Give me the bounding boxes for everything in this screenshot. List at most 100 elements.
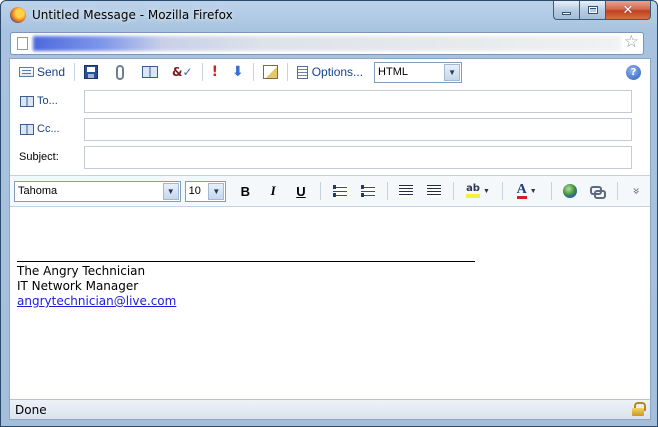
subject-label: Subject:: [19, 151, 59, 163]
bullets-button[interactable]: [329, 180, 351, 202]
window-title: Untitled Message - Mozilla Firefox: [32, 8, 233, 22]
cc-button[interactable]: Cc...: [20, 123, 60, 135]
caret-down-icon: ▼: [482, 187, 490, 195]
unlink-icon: [590, 184, 607, 199]
font-name-value: Tahoma: [18, 185, 58, 197]
address-book-icon: [20, 123, 34, 135]
signature-name: The Angry Technician: [17, 264, 146, 278]
toolbar-separator: [319, 182, 321, 200]
font-color-icon: A: [516, 182, 527, 199]
address-book-icon: [142, 66, 159, 78]
address-bar[interactable]: ☆: [10, 32, 644, 55]
italic-button[interactable]: I: [262, 180, 284, 202]
help-icon[interactable]: ?: [626, 65, 641, 80]
high-importance-button[interactable]: !: [209, 62, 221, 82]
increase-indent-button[interactable]: [423, 180, 445, 202]
exclamation-icon: !: [211, 64, 218, 80]
browser-window: Untitled Message - Mozilla Firefox ✕ ☆ S…: [0, 0, 658, 427]
minimize-icon: [562, 11, 571, 15]
to-label: To...: [37, 95, 58, 107]
edit-signature-icon: [262, 65, 278, 79]
page-icon: [17, 37, 28, 50]
envelope-icon: [19, 67, 34, 77]
minimize-button[interactable]: [553, 1, 580, 20]
options-button[interactable]: Options...: [294, 62, 366, 82]
font-size-value: 10: [188, 185, 201, 197]
close-icon: ✕: [622, 2, 634, 18]
double-chevron-down-icon: »: [630, 187, 645, 195]
toolbar-separator: [74, 63, 76, 81]
low-importance-button[interactable]: ⬇: [229, 62, 247, 82]
toolbar-separator: [286, 63, 288, 81]
down-arrow-icon: ⬇: [231, 64, 244, 80]
address-text-blurred: [33, 36, 621, 51]
caret-down-icon: ▼: [529, 187, 537, 195]
signature-block: The Angry Technician IT Network Manager …: [17, 264, 176, 309]
address-book-icon: [20, 95, 34, 107]
signature-button[interactable]: [260, 62, 281, 82]
font-size-select[interactable]: 10 ▼: [184, 180, 227, 202]
decrease-indent-icon: [399, 185, 414, 197]
paperclip-icon: [116, 64, 125, 80]
to-row: To...: [10, 90, 650, 113]
formatting-toolbar: Tahoma ▼ 10 ▼ B I U ab ▼ A ▼ »: [10, 175, 650, 207]
chevron-down-icon: ▼: [444, 63, 461, 81]
insert-link-button[interactable]: [560, 180, 582, 202]
status-bar: Done: [10, 399, 650, 419]
numbering-button[interactable]: [357, 180, 379, 202]
bold-button[interactable]: B: [234, 180, 256, 202]
underline-button[interactable]: U: [290, 180, 312, 202]
signature-divider: [17, 261, 475, 262]
subject-input[interactable]: [84, 146, 632, 169]
title-bar[interactable]: Untitled Message - Mozilla Firefox ✕: [1, 1, 657, 31]
signature-role: IT Network Manager: [17, 279, 139, 293]
toolbar-separator: [550, 182, 552, 200]
address-book-button[interactable]: [139, 62, 161, 82]
format-select[interactable]: HTML ▼: [374, 61, 463, 83]
save-icon: [84, 65, 99, 79]
remove-link-button[interactable]: [587, 180, 609, 202]
attach-button[interactable]: [113, 62, 127, 82]
cc-input[interactable]: [84, 118, 632, 141]
toolbar-separator: [201, 63, 203, 81]
save-draft-button[interactable]: [81, 62, 101, 82]
options-icon: [296, 65, 308, 79]
send-button[interactable]: Send: [16, 62, 68, 82]
cc-row: Cc...: [10, 118, 650, 141]
chevron-down-icon: ▼: [162, 182, 179, 200]
signature-email-link[interactable]: angrytechnician@live.com: [17, 294, 176, 308]
numbered-list-icon: [360, 185, 375, 197]
format-select-value: HTML: [378, 66, 408, 78]
font-name-select[interactable]: Tahoma ▼: [14, 180, 181, 202]
compose-toolbar: Send &✓ ! ⬇ Options... HTML ▼ ?: [10, 59, 650, 85]
toolbar-separator: [617, 182, 619, 200]
bulleted-list-icon: [332, 185, 347, 197]
close-button[interactable]: ✕: [606, 1, 651, 20]
bookmark-star-icon[interactable]: ☆: [624, 34, 639, 51]
decrease-indent-button[interactable]: [395, 180, 417, 202]
maximize-button[interactable]: [580, 1, 606, 20]
compose-panel: Send &✓ ! ⬇ Options... HTML ▼ ? To... Cc…: [9, 58, 651, 420]
lock-icon[interactable]: [632, 402, 646, 416]
firefox-icon: [10, 7, 26, 23]
status-text: Done: [15, 403, 47, 417]
toolbar-separator: [501, 182, 503, 200]
message-body-editor[interactable]: The Angry Technician IT Network Manager …: [10, 208, 650, 399]
caption-buttons: ✕: [553, 1, 651, 21]
globe-link-icon: [563, 184, 578, 198]
highlight-icon: ab: [466, 184, 480, 198]
toolbar-separator: [453, 182, 455, 200]
chevron-down-icon: ▼: [208, 182, 225, 200]
check-names-icon: &✓: [172, 65, 193, 79]
to-button[interactable]: To...: [20, 95, 58, 107]
subject-row: Subject:: [10, 146, 650, 169]
increase-indent-icon: [427, 185, 442, 197]
more-options-button[interactable]: »: [626, 180, 648, 202]
check-names-button[interactable]: &✓: [169, 62, 196, 82]
options-label: Options...: [311, 65, 364, 79]
font-color-button[interactable]: A ▼: [511, 180, 543, 202]
cc-label: Cc...: [37, 123, 60, 135]
to-input[interactable]: [84, 90, 632, 113]
send-label: Send: [37, 65, 66, 79]
highlight-button[interactable]: ab ▼: [462, 180, 494, 202]
